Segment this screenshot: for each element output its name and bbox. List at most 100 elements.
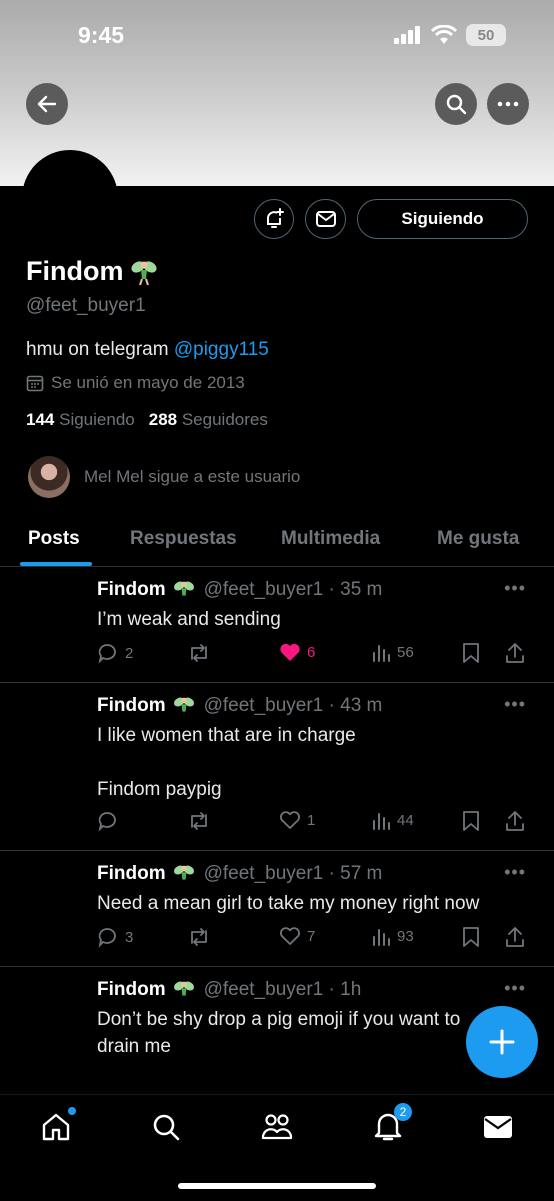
bio-link[interactable]: @piggy115 <box>174 339 269 360</box>
repost-icon <box>191 644 207 662</box>
join-date: Se unió en mayo de 2013 <box>26 373 245 393</box>
reply-count: 3 <box>125 928 134 946</box>
post-more-icon[interactable]: ••• <box>504 694 526 715</box>
views-icon <box>373 645 390 662</box>
like-count: 7 <box>307 927 316 945</box>
followers-label: Seguidores <box>181 410 268 429</box>
reply-icon <box>98 928 116 948</box>
profile-handle: @feet_buyer1 <box>26 295 146 316</box>
reply-button[interactable]: 2 <box>97 642 133 664</box>
fairy-emoji-icon <box>173 581 194 596</box>
repost-button[interactable] <box>187 810 211 832</box>
nav-messages[interactable] <box>480 1109 516 1145</box>
views-icon <box>373 813 390 830</box>
profile-tabs: Posts Respuestas Multimedia Me gusta <box>0 518 554 567</box>
post-more-icon[interactable]: ••• <box>504 578 526 599</box>
post-author: Findom <box>97 863 166 884</box>
wifi-icon <box>431 25 457 44</box>
calendar-icon <box>26 375 44 392</box>
repost-button[interactable] <box>187 642 211 664</box>
following-count: 144 <box>26 410 55 429</box>
reply-icon <box>98 812 116 832</box>
profile-name: Findom <box>26 256 159 287</box>
post-meta: @feet_buyer1 · 57 m <box>203 863 383 884</box>
share-button[interactable] <box>505 926 525 948</box>
reply-button[interactable] <box>97 810 119 832</box>
views-button[interactable]: 93 <box>371 926 414 946</box>
tab-replies[interactable]: Respuestas <box>130 528 237 550</box>
like-button[interactable]: 1 <box>279 810 315 830</box>
like-count: 6 <box>307 643 316 661</box>
post-actions: 3 7 93 <box>97 926 527 950</box>
bookmark-button[interactable] <box>462 926 480 948</box>
nav-communities[interactable] <box>259 1109 295 1145</box>
compose-button[interactable] <box>466 1006 538 1078</box>
share-icon <box>506 643 524 663</box>
bookmark-button[interactable] <box>462 642 480 664</box>
fairy-emoji-icon <box>131 260 158 285</box>
share-icon <box>506 811 524 831</box>
post-header: Findom @feet_buyer1 · 35 m <box>97 578 382 602</box>
view-count: 44 <box>397 811 414 829</box>
repost-icon <box>191 928 207 946</box>
post-actions: 1 44 <box>97 810 527 834</box>
status-icons: 50 <box>394 24 506 46</box>
mail-icon <box>315 211 336 227</box>
following-button[interactable]: Siguiendo <box>357 199 528 239</box>
tab-posts[interactable]: Posts <box>28 528 80 550</box>
like-button[interactable]: 7 <box>279 926 315 946</box>
post-actions: 2 6 56 <box>97 642 527 666</box>
post-more-icon[interactable]: ••• <box>504 862 526 883</box>
more-button[interactable] <box>487 83 529 125</box>
repost-button[interactable] <box>187 926 211 948</box>
post-meta: @feet_buyer1 · 35 m <box>203 579 383 600</box>
search-button[interactable] <box>435 83 477 125</box>
reply-icon <box>98 644 116 664</box>
like-button[interactable]: 6 <box>279 642 315 662</box>
view-count: 93 <box>397 927 414 945</box>
post-author: Findom <box>97 695 166 716</box>
tab-likes[interactable]: Me gusta <box>437 528 519 550</box>
home-indicator <box>178 1183 376 1189</box>
views-button[interactable]: 44 <box>371 810 414 830</box>
followers-count: 288 <box>148 410 178 429</box>
post-text: Don’t be shy drop a pig emoji if you wan… <box>97 1009 461 1057</box>
post-meta: @feet_buyer1 · 43 m <box>203 695 383 716</box>
share-button[interactable] <box>505 642 525 664</box>
post-text: I like women that are in charge Findom p… <box>97 725 356 800</box>
nav-search[interactable] <box>148 1109 184 1145</box>
followers-link[interactable]: 288 Seguidores <box>149 410 268 430</box>
bookmark-icon <box>463 643 479 663</box>
plus-icon <box>489 1029 515 1055</box>
post-item[interactable]: Findom @feet_buyer1 · 35 m ••• I’m weak … <box>0 566 554 683</box>
join-date-text: Se unió en mayo de 2013 <box>51 373 245 392</box>
following-link[interactable]: 144 Siguiendo <box>26 410 135 430</box>
message-button[interactable] <box>305 199 346 239</box>
bio-text: hmu on telegram <box>26 339 174 360</box>
post-more-icon[interactable]: ••• <box>504 978 526 999</box>
followed-by[interactable]: Mel Mel sigue a este usuario <box>28 456 300 498</box>
back-button[interactable] <box>26 83 68 125</box>
nav-notifications[interactable]: 2 <box>370 1103 412 1145</box>
fairy-emoji-icon <box>173 697 194 712</box>
reply-count: 2 <box>125 644 134 662</box>
views-icon <box>373 929 390 946</box>
post-item[interactable]: Findom @feet_buyer1 · 57 m ••• Need a me… <box>0 850 554 967</box>
views-button[interactable]: 56 <box>371 642 414 662</box>
bookmark-icon <box>463 811 479 831</box>
post-header: Findom @feet_buyer1 · 57 m <box>97 862 382 886</box>
view-count: 56 <box>397 643 414 661</box>
post-author: Findom <box>97 579 166 600</box>
bookmark-button[interactable] <box>462 810 480 832</box>
reply-button[interactable]: 3 <box>97 926 133 948</box>
more-icon <box>497 101 519 107</box>
post-item[interactable]: Findom @feet_buyer1 · 43 m ••• I like wo… <box>0 682 554 851</box>
share-button[interactable] <box>505 810 525 832</box>
fairy-emoji-icon <box>173 981 194 996</box>
tab-media[interactable]: Multimedia <box>281 528 380 550</box>
notification-bell-plus-icon <box>267 208 284 228</box>
profile-avatar[interactable] <box>22 150 118 246</box>
notifications-toggle-button[interactable] <box>254 199 294 239</box>
nav-home[interactable] <box>38 1107 76 1145</box>
notifications-badge: 2 <box>394 1103 412 1121</box>
